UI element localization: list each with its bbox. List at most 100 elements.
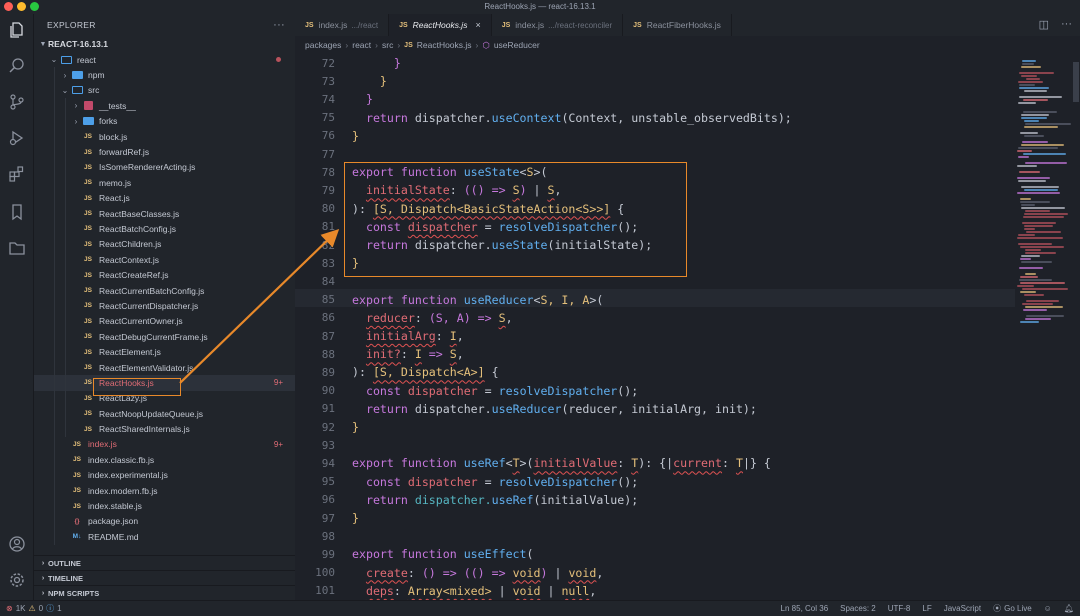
line-number: 73: [321, 74, 335, 88]
tree-item[interactable]: JS ReactBatchConfig.js: [34, 221, 295, 237]
code-token: initialState: [365, 183, 450, 198]
tree-item-label: ReactSharedInternals.js: [99, 424, 190, 435]
language-mode[interactable]: JavaScript: [944, 604, 981, 613]
tree-item[interactable]: JS ReactHooks.js 9+: [34, 375, 295, 391]
maximize-window-button[interactable]: [30, 2, 39, 11]
folder-icon[interactable]: [7, 238, 27, 258]
tree-item[interactable]: JS React.js: [34, 190, 295, 206]
tree-item[interactable]: JS index.experimental.js: [34, 467, 295, 483]
files-icon[interactable]: [7, 20, 27, 40]
editor-tab-bar: JS index.js .../react JS ReactHooks.js ×…: [295, 14, 1080, 36]
code-token: useState: [491, 238, 548, 253]
tree-item[interactable]: JS ReactDebugCurrentFrame.js: [34, 329, 295, 345]
timeline-section[interactable]: › TIMELINE: [34, 570, 295, 585]
tree-item[interactable]: JS index.modern.fb.js: [34, 482, 295, 499]
tree-item-label: ReactNoopUpdateQueue.js: [99, 408, 203, 419]
js-file-icon: JS: [399, 21, 408, 29]
code-text: create: () => (() => void) | void,: [352, 566, 603, 580]
cursor-position[interactable]: Ln 85, Col 36: [781, 604, 829, 613]
tree-item[interactable]: JS memo.js: [34, 175, 295, 191]
extensions-icon[interactable]: [7, 164, 27, 184]
split-editor-icon[interactable]: ◫: [1039, 18, 1049, 31]
tree-item-label: package.json: [88, 516, 139, 527]
tree-item[interactable]: JS ReactCurrentBatchConfig.js: [34, 282, 295, 299]
tree-item[interactable]: JS IsSomeRendererActing.js: [34, 159, 295, 176]
breadcrumb-item[interactable]: ReactHooks.js: [417, 40, 472, 50]
run-debug-icon[interactable]: [7, 128, 27, 148]
tree-item[interactable]: JS index.stable.js: [34, 498, 295, 514]
tree-item[interactable]: JS block.js: [34, 128, 295, 145]
breadcrumb-item[interactable]: src: [382, 40, 393, 50]
breadcrumb-item[interactable]: useReducer: [494, 40, 540, 50]
window-controls[interactable]: [4, 2, 39, 11]
tree-item[interactable]: JS ReactElement.js: [34, 344, 295, 360]
tree-item[interactable]: › npm: [34, 67, 295, 83]
breadcrumb-item[interactable]: react: [352, 40, 371, 50]
more-actions-icon[interactable]: ···: [273, 19, 285, 31]
close-window-button[interactable]: [4, 2, 13, 11]
chevron-right-icon: ›: [41, 574, 45, 582]
more-actions-icon[interactable]: ···: [1061, 18, 1072, 31]
account-icon[interactable]: [7, 534, 27, 554]
go-live-button[interactable]: ⦿ Go Live: [993, 603, 1032, 614]
minimap-line: [1022, 288, 1068, 290]
chevron-down-icon: ⌄: [50, 55, 58, 65]
line-number: 92: [321, 420, 335, 434]
tab-index-js-reconciler[interactable]: JS index.js .../react-reconciler: [492, 14, 624, 36]
code-token: resolveDispatcher: [498, 383, 618, 398]
npm-scripts-section[interactable]: › NPM SCRIPTS: [34, 585, 295, 600]
timeline-label: TIMELINE: [48, 573, 83, 583]
tree-item[interactable]: JS ReactSharedInternals.js: [34, 421, 295, 437]
code-token: T: [512, 456, 520, 471]
indent-guide: [54, 267, 55, 283]
outline-section[interactable]: › OUTLINE: [34, 555, 295, 570]
tab-reacthooks-js[interactable]: JS ReactHooks.js ×: [389, 14, 492, 36]
project-root[interactable]: ▼ REACT-16.13.1: [34, 36, 295, 52]
tree-item[interactable]: JS ReactContext.js: [34, 252, 295, 268]
source-control-icon[interactable]: [7, 92, 27, 112]
end-of-line[interactable]: LF: [922, 604, 931, 613]
tree-item[interactable]: JS ReactCurrentDispatcher.js: [34, 298, 295, 314]
close-icon[interactable]: ×: [475, 20, 480, 30]
settings-icon[interactable]: [7, 570, 27, 590]
breadcrumb-item[interactable]: packages: [305, 40, 341, 50]
line-number: 82: [321, 238, 335, 252]
tree-item[interactable]: JS ReactChildren.js: [34, 236, 295, 253]
outline-label: OUTLINE: [48, 558, 81, 568]
minimap-line: [1019, 279, 1052, 281]
tab-reactfiberhooks-js[interactable]: JS ReactFiberHooks.js: [623, 14, 732, 36]
code-editor[interactable]: 72 } 73 } 74 } 75 return dispatcher.useCont…: [295, 54, 1015, 600]
code-token: (initialValue);: [533, 492, 639, 507]
tree-item[interactable]: JS index.js 9+: [34, 436, 295, 453]
feedback-icon[interactable]: ☺: [1044, 604, 1052, 613]
indent-guide: [54, 405, 55, 422]
tree-item[interactable]: JS ReactBaseClasses.js: [34, 205, 295, 222]
scrollbar-thumb[interactable]: [1073, 62, 1079, 102]
tree-item[interactable]: JS ReactCreateRef.js: [34, 267, 295, 283]
tree-item[interactable]: ⌄ src: [34, 82, 295, 99]
minimap[interactable]: [1015, 54, 1080, 600]
search-icon[interactable]: [7, 56, 27, 76]
tree-item[interactable]: › forks: [34, 113, 295, 129]
minimize-window-button[interactable]: [17, 2, 26, 11]
code-token: export function: [352, 547, 464, 562]
indentation[interactable]: Spaces: 2: [840, 604, 876, 613]
notifications-icon[interactable]: 🔔︎: [1064, 604, 1074, 613]
problems-indicator[interactable]: ⊗ 1K ⚠ 0 ⓘ 1: [6, 603, 62, 614]
indent-guide: [65, 236, 66, 253]
tree-item[interactable]: JS ReactElementValidator.js: [34, 359, 295, 376]
tree-item[interactable]: ⌄ react: [34, 52, 295, 67]
tree-item[interactable]: M↓ README.md: [34, 529, 295, 545]
tree-item[interactable]: JS ReactNoopUpdateQueue.js: [34, 405, 295, 422]
bookmark-icon[interactable]: [7, 202, 27, 222]
tree-item[interactable]: JS index.classic.fb.js: [34, 452, 295, 468]
tree-item[interactable]: JS ReactLazy.js: [34, 390, 295, 406]
tree-item[interactable]: › __tests__: [34, 98, 295, 114]
encoding[interactable]: UTF-8: [888, 604, 911, 613]
tree-item[interactable]: JS ReactCurrentOwner.js: [34, 313, 295, 330]
tab-index-js[interactable]: JS index.js .../react: [295, 14, 390, 36]
indent-guide: [54, 190, 55, 206]
tree-item[interactable]: JS forwardRef.js: [34, 144, 295, 160]
tree-item[interactable]: {} package.json: [34, 513, 295, 530]
